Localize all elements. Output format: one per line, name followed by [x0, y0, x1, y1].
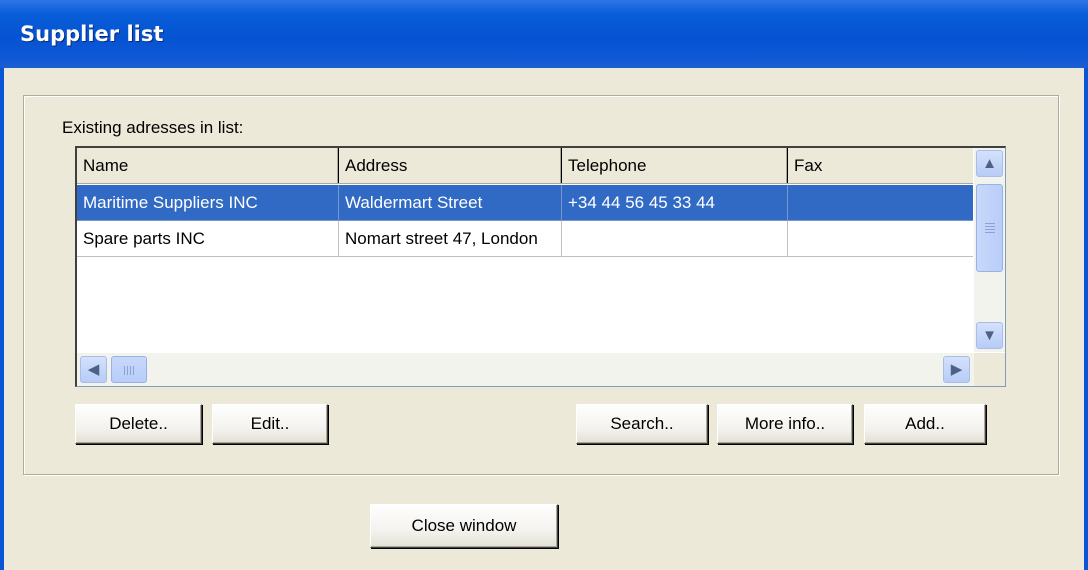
list-row[interactable]: Spare parts INC Nomart street 47, London	[77, 221, 975, 257]
chevron-up-icon[interactable]: ▲	[976, 150, 1003, 177]
column-header-telephone[interactable]: Telephone	[562, 148, 788, 183]
horizontal-scroll-thumb[interactable]	[111, 356, 147, 383]
cell-name: Maritime Suppliers INC	[77, 185, 339, 221]
cell-address: Nomart street 47, London	[339, 221, 562, 257]
cell-address: Waldermart Street	[339, 185, 562, 221]
search-button[interactable]: Search..	[576, 404, 708, 444]
chevron-left-icon[interactable]: ◀	[80, 356, 107, 383]
cell-telephone	[562, 221, 788, 257]
cell-fax	[788, 221, 975, 257]
more-info-button[interactable]: More info..	[717, 404, 853, 444]
window-title: Supplier list	[20, 22, 164, 46]
delete-button[interactable]: Delete..	[75, 404, 202, 444]
chevron-right-icon[interactable]: ▶	[943, 356, 970, 383]
window-titlebar[interactable]: Supplier list	[0, 0, 1088, 68]
column-header-name[interactable]: Name	[77, 148, 339, 183]
horizontal-scrollbar[interactable]: ◀ ▶	[77, 352, 975, 386]
scrollbar-corner	[974, 353, 1005, 386]
window-frame-left	[0, 68, 4, 570]
cell-telephone: +34 44 56 45 33 44	[562, 185, 788, 221]
vertical-scroll-thumb[interactable]	[976, 184, 1003, 272]
column-header-fax[interactable]: Fax	[788, 148, 975, 183]
chevron-down-icon[interactable]: ▼	[976, 322, 1003, 349]
cell-name: Spare parts INC	[77, 221, 339, 257]
close-window-button[interactable]: Close window	[370, 504, 558, 548]
column-header-address[interactable]: Address	[339, 148, 562, 183]
add-button[interactable]: Add..	[864, 404, 986, 444]
cell-fax	[788, 185, 975, 221]
edit-button[interactable]: Edit..	[212, 404, 328, 444]
list-header: Name Address Telephone Fax	[77, 148, 975, 184]
list-caption: Existing adresses in list:	[62, 118, 244, 137]
window-frame-right	[1084, 68, 1088, 570]
supplier-listview[interactable]: Name Address Telephone Fax Maritime Supp…	[75, 146, 1006, 387]
list-row[interactable]: Maritime Suppliers INC Waldermart Street…	[77, 185, 975, 221]
vertical-scrollbar[interactable]: ▲ ▼	[973, 148, 1005, 352]
